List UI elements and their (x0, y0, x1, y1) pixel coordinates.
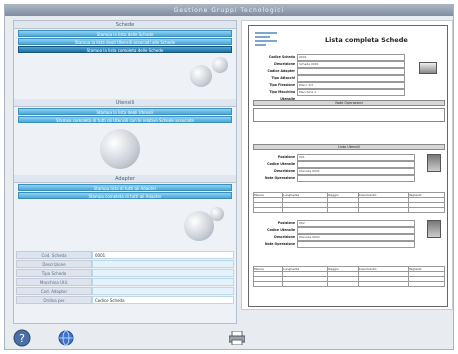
form-row: Tipo Scheda (16, 269, 234, 277)
print-schede-complete-button[interactable]: Stampa la lista completa delle Schede (18, 46, 232, 53)
form-row: Ordina per Codice Scheda (16, 296, 234, 304)
adapter-section-title: Adapter (14, 175, 236, 183)
svg-text:?: ? (19, 332, 25, 345)
report-field: Tipo Macchina Utensile Macchina 1 (255, 89, 405, 101)
utensile-field: Posizione 002 (255, 220, 415, 227)
misure-table-2: Misure Lunghezza Raggio Inserimento Taglient… (252, 266, 445, 287)
help-icon[interactable]: ? (13, 329, 31, 347)
print-schede-list-button[interactable]: Stampa la lista delle Schede (18, 30, 232, 37)
print-utensili-list-button[interactable]: Stampa la lista degli Utensili (18, 108, 232, 115)
cod-scheda-input[interactable]: 0001 (92, 251, 234, 259)
form-label: Cod. Scheda (16, 251, 92, 259)
printer-icon[interactable] (229, 331, 245, 345)
form-label: Cod. Adapter (16, 287, 92, 295)
descrizione-input[interactable] (92, 260, 234, 268)
lista-utensili-band: Lista Utensili (253, 144, 445, 150)
print-utensili-complete-button[interactable]: Stampa completa di tutti gli Utensili co… (18, 116, 232, 123)
print-preview-panel: Lista completa Schede Codice Scheda 0001 … (241, 20, 453, 310)
report-page: Lista completa Schede Codice Scheda 0001 … (248, 25, 448, 307)
form-row: Macchina Util. (16, 278, 234, 286)
tool-image (100, 129, 140, 169)
utensile-field: Codice Utensile (255, 227, 415, 234)
schede-image (14, 53, 236, 99)
report-title: Lista completa Schede (325, 36, 408, 44)
print-schede-utensili-button[interactable]: Stampa la lista degli Utensili associati… (18, 38, 232, 45)
print-adapter-list-button[interactable]: Stampa lista di tutti gli Adapter (18, 184, 232, 191)
form-label: Descrizione (16, 260, 92, 268)
main-window: Gestione Gruppi Tecnologici Schede Stamp… (4, 4, 454, 350)
window-title: Gestione Gruppi Tecnologici (5, 5, 453, 16)
bottom-toolbar: ? (5, 327, 453, 349)
toolholder-image-small (212, 57, 228, 73)
utensile-field: Descrizione Utensile 0001 (255, 168, 415, 175)
form-row: Descrizione (16, 260, 234, 268)
report-field: Tipo Attacchi (255, 75, 405, 82)
utensili-section-title: Utensili (14, 99, 236, 107)
utensile-field: Posizione 001 (255, 154, 415, 161)
left-panel: Schede Stampa la lista delle Schede Stam… (13, 20, 237, 324)
toolholder-image (190, 65, 212, 87)
globe-icon[interactable] (57, 329, 75, 347)
form-label: Ordina per (16, 296, 92, 304)
utensili-image (14, 123, 236, 175)
misure-table-1: Misure Lunghezza Raggio Inserimento Taglient… (252, 192, 445, 213)
filter-form: Cod. Scheda 0001 Descrizione Tipo Scheda … (14, 251, 236, 304)
note-box (253, 108, 445, 122)
utensile-thumbnail (427, 220, 441, 238)
note-operazioni-band: Note Operazioni (253, 100, 445, 106)
form-row: Cod. Scheda 0001 (16, 251, 234, 259)
schede-section-title: Schede (14, 21, 236, 29)
form-row: Cod. Adapter (16, 287, 234, 295)
tipo-scheda-input[interactable] (92, 269, 234, 277)
utensile-thumbnail (427, 154, 441, 172)
order-by-select[interactable]: Codice Scheda (92, 296, 234, 304)
report-field: Descrizione Scheda 0001 (255, 61, 405, 68)
utensile-field: Codice Utensile (255, 161, 415, 168)
print-adapter-complete-button[interactable]: Stampa completa di tutti gli Adapter (18, 192, 232, 199)
report-field: Codice Adapter (255, 68, 405, 75)
form-label: Macchina Util. (16, 278, 92, 286)
utensile-field: Note Operazione (255, 241, 415, 248)
report-field: Codice Scheda 0001 (255, 54, 405, 61)
macchina-input[interactable] (92, 278, 234, 286)
adapter-part-small-image (210, 207, 224, 221)
utensile-field: Descrizione Utensile 0002 (255, 234, 415, 241)
form-label: Tipo Scheda (16, 269, 92, 277)
cod-adapter-input[interactable] (92, 287, 234, 295)
utensile-field: Note Operazione (255, 175, 415, 182)
scheda-thumbnail (419, 62, 437, 74)
report-field: Tipo Flessione Piano 3/4 (255, 82, 405, 89)
adapter-image (14, 199, 236, 249)
report-logo (255, 32, 277, 50)
